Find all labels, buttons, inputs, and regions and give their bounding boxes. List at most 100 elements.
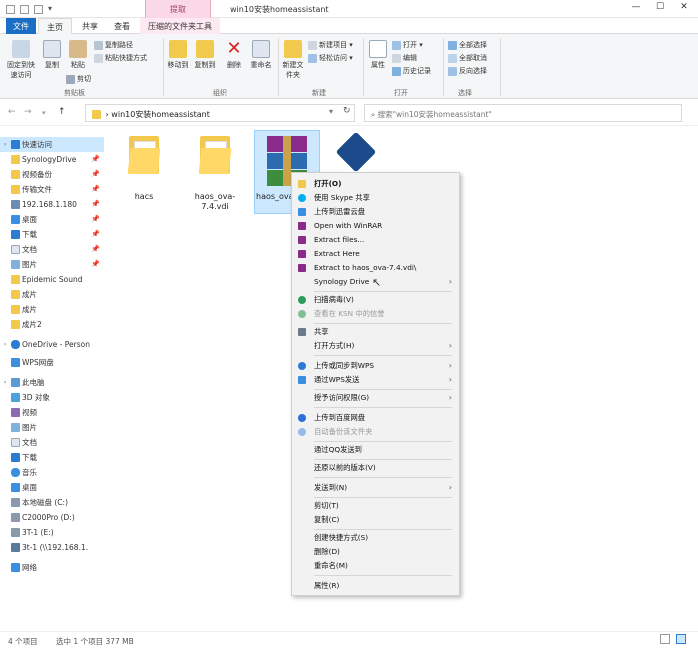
copy-button[interactable]: 复制 [40,40,64,70]
breadcrumb-path[interactable]: win10安装homeassistant [111,110,210,119]
tab-home[interactable]: 主页 [38,18,72,34]
menu-item-baidu-upload[interactable]: 上传到百度网盘 [292,411,459,425]
menu-item-send-via-qq[interactable]: 通过QQ发送到 [292,443,459,457]
quick-access-toolbar-dropdown-icon[interactable]: ▾ [48,4,52,13]
delete-button[interactable]: ✕ 删除 [222,40,246,70]
open-button[interactable]: 打开 ▾ [392,40,423,50]
close-button[interactable]: ✕ [672,2,696,16]
menu-item-extract-here[interactable]: Extract Here [292,247,459,261]
move-to-button[interactable]: 移动到 [166,40,190,70]
sidebar-item-pictures-pc[interactable]: 图片 [0,420,104,435]
properties-button[interactable]: 属性 [367,40,389,70]
menu-item-extract-files[interactable]: Extract files... [292,233,459,247]
menu-item-auto-backup[interactable]: 自动备份该文件夹 [292,425,459,439]
sidebar-item-drive-d[interactable]: C2000Pro (D:) [0,510,104,525]
sidebar-item-quick-access[interactable]: 快速访问 [0,137,104,152]
menu-item-skype-share[interactable]: 使用 Skype 共享 [292,191,459,205]
menu-item-ksn-reputation[interactable]: 查看在 KSN 中的信誉 [292,307,459,321]
sidebar-item-this-pc[interactable]: 此电脑 [0,375,104,390]
menu-item-send-to[interactable]: 发送到(N) › [292,481,459,495]
sidebar-item-3d-objects[interactable]: 3D 对象 [0,390,104,405]
sidebar-item-documents[interactable]: 文档 📌 [0,242,104,257]
cut-button[interactable]: 剪切 [66,74,91,84]
history-button[interactable]: 历史记录 [392,66,431,76]
context-tab-extract[interactable]: 提取 [145,0,211,18]
tab-file[interactable]: 文件 [6,18,36,34]
address-dropdown-icon[interactable]: ▾ [329,107,333,116]
menu-item-open-with[interactable]: 打开方式(H) › [292,339,459,353]
sidebar-item-downloads-pc[interactable]: 下载 [0,450,104,465]
virtualbox-icon[interactable] [334,131,378,174]
sidebar-item-documents-pc[interactable]: 文档 [0,435,104,450]
maximize-button[interactable]: ☐ [648,2,672,16]
forward-arrow-icon[interactable]: → [24,107,32,117]
menu-item-extract-to-folder[interactable]: Extract to haos_ova-7.4.vdi\ [292,261,459,275]
sidebar-item-drive-c[interactable]: 本地磁盘 (C:) [0,495,104,510]
menu-item-wps-sync[interactable]: 上传或同步到WPS › [292,359,459,373]
tab-compressed-folder-tools[interactable]: 压缩的文件夹工具 [140,18,220,34]
sidebar-item-video-backup[interactable]: 视频备份 📌 [0,167,104,182]
tab-share[interactable]: 共享 [74,18,106,34]
invert-selection-button[interactable]: 反向选择 [448,66,487,76]
expand-chevron-icon[interactable]: › [4,379,6,386]
properties-icon[interactable] [20,5,29,14]
sidebar-item-network[interactable]: 网络 [0,560,104,575]
pin-quick-access-button[interactable]: 固定到快速访问 [4,40,38,80]
copy-path-button[interactable]: 复制路径 [94,40,133,50]
pin-icon[interactable]: 📌 [91,212,100,227]
menu-item-open-with-winrar[interactable]: Open with WinRAR [292,219,459,233]
back-arrow-icon[interactable]: ← [8,107,16,117]
sidebar-item-final-cut-3[interactable]: 成片2 [0,317,104,332]
search-input[interactable]: ⌕ 搜索"win10安装homeassistant" [364,104,682,122]
details-view-icon[interactable] [660,634,670,644]
sidebar-item-final-cut-2[interactable]: 成片 [0,302,104,317]
tab-view[interactable]: 查看 [106,18,138,34]
sidebar-item-network-drive[interactable]: 3t-1 (\\192.168.1. [0,540,104,555]
sidebar-item-drive-e[interactable]: 3T-1 (E:) [0,525,104,540]
menu-item-properties[interactable]: 属性(R) [292,579,459,593]
large-icons-view-icon[interactable] [676,634,686,644]
file-item-vdi-folder[interactable]: haos_ova-7.4.vdi [184,136,246,212]
pin-icon[interactable]: 📌 [91,182,100,197]
sidebar-item-pictures[interactable]: 图片 📌 [0,257,104,272]
menu-item-delete[interactable]: 删除(D) [292,545,459,559]
easy-access-button[interactable]: 轻松访问 ▾ [308,53,353,63]
refresh-icon[interactable]: ↻ [343,106,351,116]
sidebar-item-synologydrive[interactable]: SynologyDrive 📌 [0,152,104,167]
new-folder-icon[interactable] [34,5,43,14]
sidebar-item-desktop-pc[interactable]: 桌面 [0,480,104,495]
menu-item-create-shortcut[interactable]: 创建快捷方式(S) [292,531,459,545]
rename-button[interactable]: 重命名 [248,40,274,70]
pin-icon[interactable]: 📌 [91,257,100,272]
pin-icon[interactable]: 📌 [91,227,100,242]
sidebar-item-downloads[interactable]: 下载 📌 [0,227,104,242]
pin-icon[interactable]: 📌 [91,152,100,167]
menu-item-copy[interactable]: 复制(C) [292,513,459,527]
pin-icon[interactable]: 📌 [91,242,100,257]
sidebar-item-onedrive[interactable]: OneDrive - Person [0,337,104,352]
menu-item-rename[interactable]: 重命名(M) [292,559,459,573]
menu-item-grant-access[interactable]: 授予访问权限(G) › [292,391,459,405]
expand-chevron-icon[interactable]: › [4,141,6,148]
sidebar-item-final-cut-1[interactable]: 成片 [0,287,104,302]
paste-button[interactable]: 粘贴 [66,40,90,70]
sidebar-item-desktop[interactable]: 桌面 📌 [0,212,104,227]
address-box[interactable]: › win10安装homeassistant [85,104,355,122]
menu-item-cut[interactable]: 剪切(T) [292,499,459,513]
sidebar-item-network-share[interactable]: 192.168.1.180 📌 [0,197,104,212]
up-arrow-icon[interactable]: ↑ [58,107,66,117]
menu-item-restore-versions[interactable]: 还原以前的版本(V) [292,461,459,475]
sidebar-item-wps-drive[interactable]: WPS网盘 [0,355,104,370]
sidebar-item-videos[interactable]: 视频 [0,405,104,420]
menu-item-open[interactable]: 打开(O) [292,177,459,191]
sidebar-item-music[interactable]: 音乐 [0,465,104,480]
file-item-hacs[interactable]: hacs [114,136,174,201]
paste-shortcut-button[interactable]: 粘贴快捷方式 [94,53,147,63]
sidebar-item-epidemic-sound[interactable]: Epidemic Sound [0,272,104,287]
menu-item-upload-xunlei[interactable]: 上传到迅雷云盘 [292,205,459,219]
menu-item-send-via-wps[interactable]: 通过WPS发送 › [292,373,459,387]
pin-icon[interactable]: 📌 [91,167,100,182]
pin-icon[interactable]: 📌 [91,197,100,212]
edit-button[interactable]: 编辑 [392,53,417,63]
minimize-button[interactable]: — [624,2,648,16]
